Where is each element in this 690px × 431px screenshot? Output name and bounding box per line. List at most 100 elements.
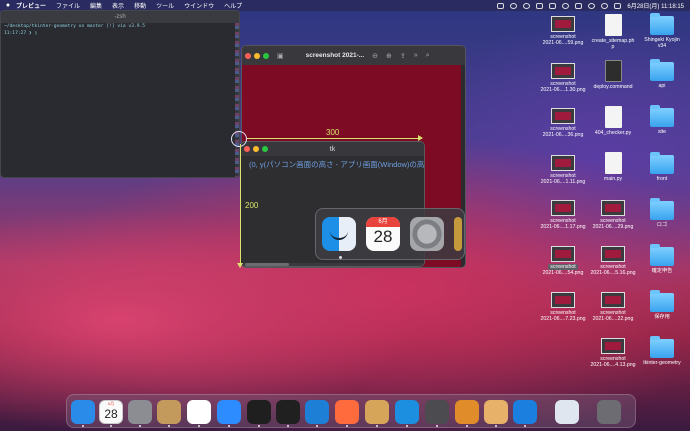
menu-view[interactable]: 表示 <box>112 1 124 10</box>
zoom-button[interactable] <box>263 52 269 59</box>
terminal-iterm-icon[interactable] <box>247 400 271 424</box>
desktop-item[interactable]: 確定申告 <box>634 244 690 274</box>
zoom-icon[interactable] <box>217 400 241 424</box>
menu-tools[interactable]: ツール <box>156 1 174 10</box>
calendar-icon[interactable]: 6月 28 <box>99 400 123 424</box>
terminal-icon[interactable] <box>276 400 300 424</box>
menu-clock[interactable]: 6月28日(月) 11:18:15 <box>627 1 684 10</box>
desktop-item[interactable]: screenshot 2021-06....1.30.png <box>535 63 591 93</box>
scroll-thumb[interactable] <box>245 263 289 266</box>
system-preferences-icon[interactable] <box>410 217 444 251</box>
desktop-item[interactable]: front <box>634 152 690 182</box>
terminal-window[interactable]: -zsh ~/desktop/tkinter-geometry on maste… <box>0 10 240 178</box>
screenshot-icon[interactable] <box>555 400 579 424</box>
contacts-icon[interactable] <box>157 400 181 424</box>
tk-scrollbar[interactable] <box>241 263 424 266</box>
desktop-item-label: 2021-06....1.11.png <box>540 179 586 186</box>
desktop-item[interactable]: api <box>634 59 690 89</box>
status-app-icon[interactable] <box>497 2 505 9</box>
desktop-item-label: 2021-06....22.png <box>592 316 634 323</box>
preview-titlebar[interactable]: ▣ screenshot 2021-... ⊖ ⊕ ⇪ » ⌕ <box>242 46 465 65</box>
menu-file[interactable]: ファイル <box>56 1 80 10</box>
docker-icon[interactable] <box>395 400 419 424</box>
apple-menu-icon[interactable]: ● <box>0 2 16 9</box>
zoom-out-icon[interactable]: ⊖ <box>372 52 378 60</box>
desktop-item[interactable]: screenshot 2021-06....1.11.png <box>535 155 591 185</box>
image-file-icon <box>551 16 575 32</box>
menu-go[interactable]: 移動 <box>134 1 146 10</box>
quicktime-icon[interactable] <box>425 400 449 424</box>
app-icon-partial[interactable] <box>454 217 462 251</box>
desktop-item[interactable]: 404_checker.py <box>585 106 641 136</box>
desktop-item-label: site <box>657 129 667 135</box>
vscode-icon[interactable] <box>305 400 329 424</box>
desktop-item[interactable]: 保存用 <box>634 290 690 320</box>
sourcetree-icon[interactable] <box>455 400 479 424</box>
calendar-icon[interactable]: 6月 28 <box>366 217 400 251</box>
terminal-scrollbar[interactable] <box>235 23 239 177</box>
desktop-item-label: 404_checker.py <box>594 130 632 136</box>
menu-window[interactable]: ウインドウ <box>184 1 214 10</box>
desktop-item[interactable]: screenshot 2021-06....1.17.png <box>535 200 591 230</box>
tk-titlebar[interactable]: tk <box>241 142 424 156</box>
running-indicator <box>406 425 408 427</box>
sidebar-icon[interactable]: ▣ <box>277 52 284 60</box>
menu-preview[interactable]: プレビュー <box>16 1 46 10</box>
desktop-item[interactable]: screenshot 2021-06....4.13.png <box>585 338 641 368</box>
keychain-icon[interactable] <box>365 400 389 424</box>
desktop-item[interactable]: screenshot 2021-06....5.16.png <box>585 246 641 276</box>
wifi-icon[interactable] <box>588 2 596 9</box>
width-label: 300 <box>326 128 340 137</box>
chrome-icon[interactable] <box>187 400 211 424</box>
desktop-item[interactable]: screenshot 2021-06....59.png <box>535 16 591 46</box>
trash-icon[interactable] <box>597 400 621 424</box>
search-icon[interactable]: ⌕ <box>426 52 430 60</box>
bluetooth-icon[interactable] <box>562 2 570 9</box>
finder-icon[interactable] <box>71 400 95 424</box>
share-icon[interactable]: ⇪ <box>400 52 406 60</box>
finder-icon[interactable] <box>322 217 356 251</box>
status-app-icon[interactable] <box>523 2 531 9</box>
desktop-item[interactable]: create_sitemap.ph p <box>585 14 641 50</box>
search-icon[interactable] <box>601 2 609 9</box>
desktop-item[interactable]: screenshot 2021-06....54.png <box>535 246 591 276</box>
system-preferences-icon[interactable] <box>128 400 152 424</box>
zoom-in-icon[interactable]: ⊕ <box>386 52 392 60</box>
desktop-item[interactable]: tkinter-geometry <box>634 336 690 366</box>
infinity-icon[interactable] <box>513 400 537 424</box>
desktop-item-label: 2021-06....59.png <box>542 40 584 47</box>
desktop-item-label: v34 <box>657 43 667 50</box>
desktop-item[interactable]: screenshot 2021-06....22.png <box>585 292 641 322</box>
running-indicator <box>524 425 526 427</box>
desktop-item-label: 確定申告 <box>651 268 673 274</box>
folder-icon <box>650 105 674 127</box>
folder-icon <box>650 198 674 220</box>
menu-help[interactable]: ヘルプ <box>224 1 242 10</box>
status-app-icon[interactable] <box>549 2 557 9</box>
close-button[interactable] <box>245 52 251 59</box>
folder-icon <box>650 152 674 174</box>
control-center-icon[interactable] <box>614 2 622 9</box>
running-indicator <box>287 425 289 427</box>
git-app-icon[interactable] <box>335 400 359 424</box>
desktop-item[interactable]: deploy.command <box>585 60 641 90</box>
desktop-item[interactable]: screenshot 2021-06....36.png <box>535 108 591 138</box>
desktop-item[interactable]: screenshot 2021-06....7.23.png <box>535 292 591 322</box>
battery-icon[interactable] <box>575 2 583 9</box>
preview-icon[interactable] <box>484 400 508 424</box>
desktop-item[interactable]: main.py <box>585 152 641 182</box>
status-app-icon[interactable] <box>510 2 518 9</box>
desktop-item[interactable]: site <box>634 105 690 135</box>
desktop-item[interactable]: Shingeki Kyojin v34 <box>634 13 690 50</box>
desktop-item[interactable]: screenshot 2021-06....29.png <box>585 200 641 230</box>
menu-edit[interactable]: 編集 <box>90 1 102 10</box>
more-icon[interactable]: » <box>414 52 418 59</box>
dock: 6月 28 <box>66 394 636 428</box>
desktop-item[interactable]: ロゴ <box>634 198 690 228</box>
dock-popup: 6月 28 <box>315 208 465 260</box>
image-file-icon <box>601 338 625 354</box>
image-file-icon <box>551 292 575 308</box>
minimize-button[interactable] <box>254 52 260 59</box>
parking-icon[interactable] <box>536 2 544 9</box>
desktop-item-label: api <box>658 83 666 89</box>
